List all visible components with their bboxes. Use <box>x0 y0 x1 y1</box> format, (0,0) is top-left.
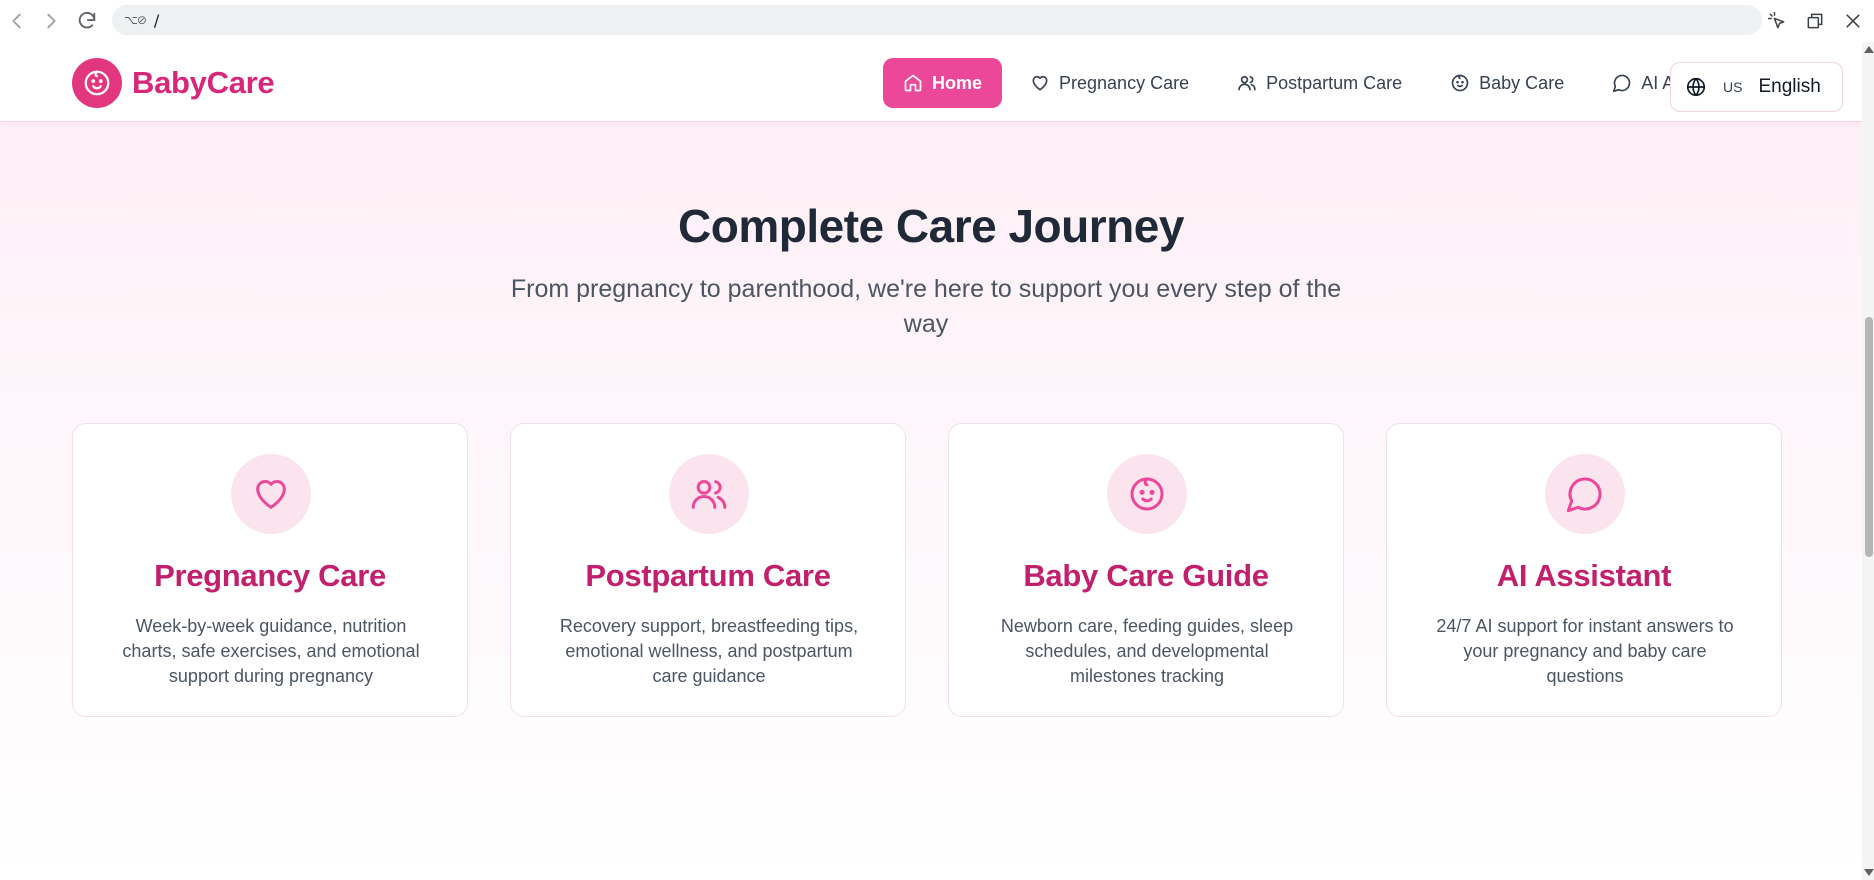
nav-pregnancy-care[interactable]: Pregnancy Care <box>1010 58 1209 108</box>
logo-text: BabyCare <box>132 65 275 100</box>
nav-postpartum-care[interactable]: Postpartum Care <box>1217 58 1422 108</box>
feature-card-postpartum-care[interactable]: Postpartum Care Recovery support, breast… <box>510 423 906 717</box>
nav-home[interactable]: Home <box>883 58 1003 108</box>
hero-title: Complete Care Journey <box>678 200 1184 252</box>
cursor-tool-button[interactable] <box>1760 4 1794 38</box>
feature-title: AI Assistant <box>1496 558 1672 593</box>
chat-icon <box>1566 477 1602 513</box>
globe-icon <box>1686 77 1706 97</box>
feature-title: Pregnancy Care <box>154 558 386 593</box>
feature-icon-badge <box>1107 454 1187 534</box>
language-flag: US <box>1723 79 1743 95</box>
nav-home-label: Home <box>932 72 983 93</box>
language-selector[interactable]: US English <box>1670 62 1843 112</box>
feature-cards: Pregnancy Care Week-by-week guidance, nu… <box>72 423 1782 717</box>
feature-description: Week-by-week guidance, nutrition charts,… <box>122 616 420 686</box>
feature-description: Newborn care, feeding guides, sleep sche… <box>1000 616 1294 686</box>
hero-subtitle: From pregnancy to parenthood, we're here… <box>510 275 1342 338</box>
logo-badge <box>72 58 122 108</box>
feature-description: Recovery support, breastfeeding tips, em… <box>559 616 859 686</box>
baby-face-icon <box>84 70 110 96</box>
feature-title: Baby Care Guide <box>1023 558 1269 593</box>
reload-icon <box>78 11 96 29</box>
feature-icon-badge <box>1545 454 1625 534</box>
address-text: / <box>153 10 160 30</box>
address-bar[interactable]: ⌥⊘ / <box>112 5 1762 35</box>
heart-icon <box>1032 75 1048 91</box>
chat-icon <box>1613 74 1631 93</box>
page-viewport: BabyCare Home Pregnancy Care Postpartum … <box>0 42 1862 880</box>
nav-postpartum-care-label: Postpartum Care <box>1266 72 1403 93</box>
feature-card-baby-care-guide[interactable]: Baby Care Guide Newborn care, feeding gu… <box>948 423 1344 717</box>
feature-card-pregnancy-care[interactable]: Pregnancy Care Week-by-week guidance, nu… <box>72 423 468 717</box>
feature-icon-badge <box>231 454 311 534</box>
chevron-left-icon <box>12 13 21 29</box>
heart-icon <box>256 480 286 509</box>
feature-icon-badge <box>669 454 749 534</box>
home-icon <box>904 74 922 92</box>
feature-card-ai-assistant[interactable]: AI Assistant 24/7 AI support for instant… <box>1386 423 1782 717</box>
restore-icon <box>1807 13 1823 29</box>
scroll-up-arrow[interactable] <box>1864 46 1874 53</box>
feature-title: Postpartum Care <box>585 558 831 593</box>
nav-pregnancy-care-label: Pregnancy Care <box>1059 72 1190 93</box>
cursor-click-icon <box>1767 11 1785 29</box>
baby-icon <box>1130 477 1164 511</box>
nav-baby-care[interactable]: Baby Care <box>1430 58 1584 108</box>
users-icon <box>691 480 727 509</box>
back-button[interactable] <box>0 4 34 38</box>
chevron-right-icon <box>47 13 56 29</box>
language-label: English <box>1758 76 1821 97</box>
site-info-icon[interactable]: ⌥⊘ <box>124 13 147 27</box>
logo[interactable]: BabyCare <box>72 58 275 108</box>
nav-ai-assistant[interactable]: AI Assistant <box>1592 58 1672 108</box>
browser-toolbar: ⌥⊘ / <box>0 0 1874 42</box>
forward-button[interactable] <box>34 4 68 38</box>
feature-description: 24/7 AI support for instant answers to y… <box>1436 616 1734 686</box>
window-restore-button[interactable] <box>1798 4 1832 38</box>
nav-ai-assistant-label: AI Assistant <box>1641 72 1672 93</box>
baby-icon <box>1451 74 1469 92</box>
scroll-thumb[interactable] <box>1865 317 1873 557</box>
page-scrollbar[interactable] <box>1862 42 1874 880</box>
reload-button[interactable] <box>70 4 104 38</box>
close-window-button[interactable] <box>1836 4 1870 38</box>
site-header: BabyCare Home Pregnancy Care Postpartum … <box>0 42 1862 122</box>
close-icon <box>1846 14 1860 28</box>
scroll-down-arrow[interactable] <box>1864 869 1874 876</box>
nav-baby-care-label: Baby Care <box>1479 72 1565 93</box>
users-icon <box>1238 75 1256 91</box>
main-nav: Home Pregnancy Care Postpartum Care Baby… <box>883 58 1672 108</box>
